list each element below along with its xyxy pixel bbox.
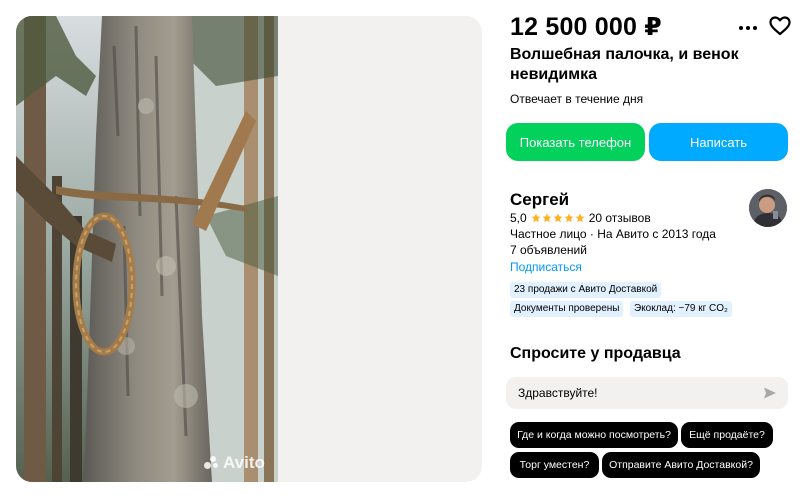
send-icon[interactable]	[763, 386, 777, 400]
seller-name[interactable]: Сергей	[510, 190, 569, 210]
subscribe-link[interactable]: Подписаться	[510, 260, 582, 274]
seller-type-since: Частное лицо · На Авито с 2013 года	[510, 227, 716, 241]
reviews-link[interactable]: 20 отзывов	[589, 211, 651, 225]
star-icon	[575, 213, 585, 223]
listing-sidebar: 12 500 000 ₽ Волшебная палочка, и венок …	[506, 0, 794, 502]
listing-photo[interactable]	[16, 16, 278, 482]
avito-watermark-text: Avito	[223, 453, 265, 472]
listing-title: Волшебная палочка, и венок невидимка	[510, 46, 739, 83]
heart-icon[interactable]	[768, 14, 792, 38]
star-icon	[542, 213, 552, 223]
quick-question-chip[interactable]: Где и когда можно посмотреть?	[510, 422, 678, 448]
star-icon	[531, 213, 541, 223]
avatar[interactable]	[749, 189, 787, 227]
avito-watermark: Avito	[204, 453, 265, 473]
write-message-button[interactable]: Написать	[649, 123, 788, 161]
more-dots-icon[interactable]	[738, 18, 758, 36]
seller-rating: 5,0 20 отзывов	[510, 211, 651, 225]
show-phone-button[interactable]: Показать телефон	[506, 123, 645, 161]
star-icon	[564, 213, 574, 223]
star-icon	[553, 213, 563, 223]
price: 12 500 000 ₽	[510, 13, 662, 41]
quick-question-chip[interactable]: Ещё продаёте?	[681, 422, 773, 448]
rating-stars	[531, 213, 585, 223]
badge-documents-verified: Документы проверены	[510, 301, 624, 317]
seller-listings-link[interactable]: 7 объявлений	[510, 243, 587, 257]
tree-photo-image	[16, 16, 278, 482]
badge-eco-contribution: Экоклад: −79 кг CO₂	[630, 301, 732, 317]
quick-question-chip[interactable]: Торг уместен?	[510, 452, 599, 478]
badge-avito-delivery: 23 продажи с Авито Доставкой	[510, 282, 662, 298]
rating-value: 5,0	[510, 211, 527, 225]
quick-question-chip[interactable]: Отправите Авито Доставкой?	[602, 452, 760, 478]
avito-logo-icon	[204, 456, 220, 470]
photo-gallery[interactable]: Avito	[16, 16, 482, 482]
price-row: 12 500 000 ₽	[510, 12, 792, 42]
ask-seller-title: Спросите у продавца	[510, 345, 681, 362]
message-input[interactable]	[506, 377, 788, 409]
response-time: Отвечает в течение дня	[510, 92, 644, 106]
